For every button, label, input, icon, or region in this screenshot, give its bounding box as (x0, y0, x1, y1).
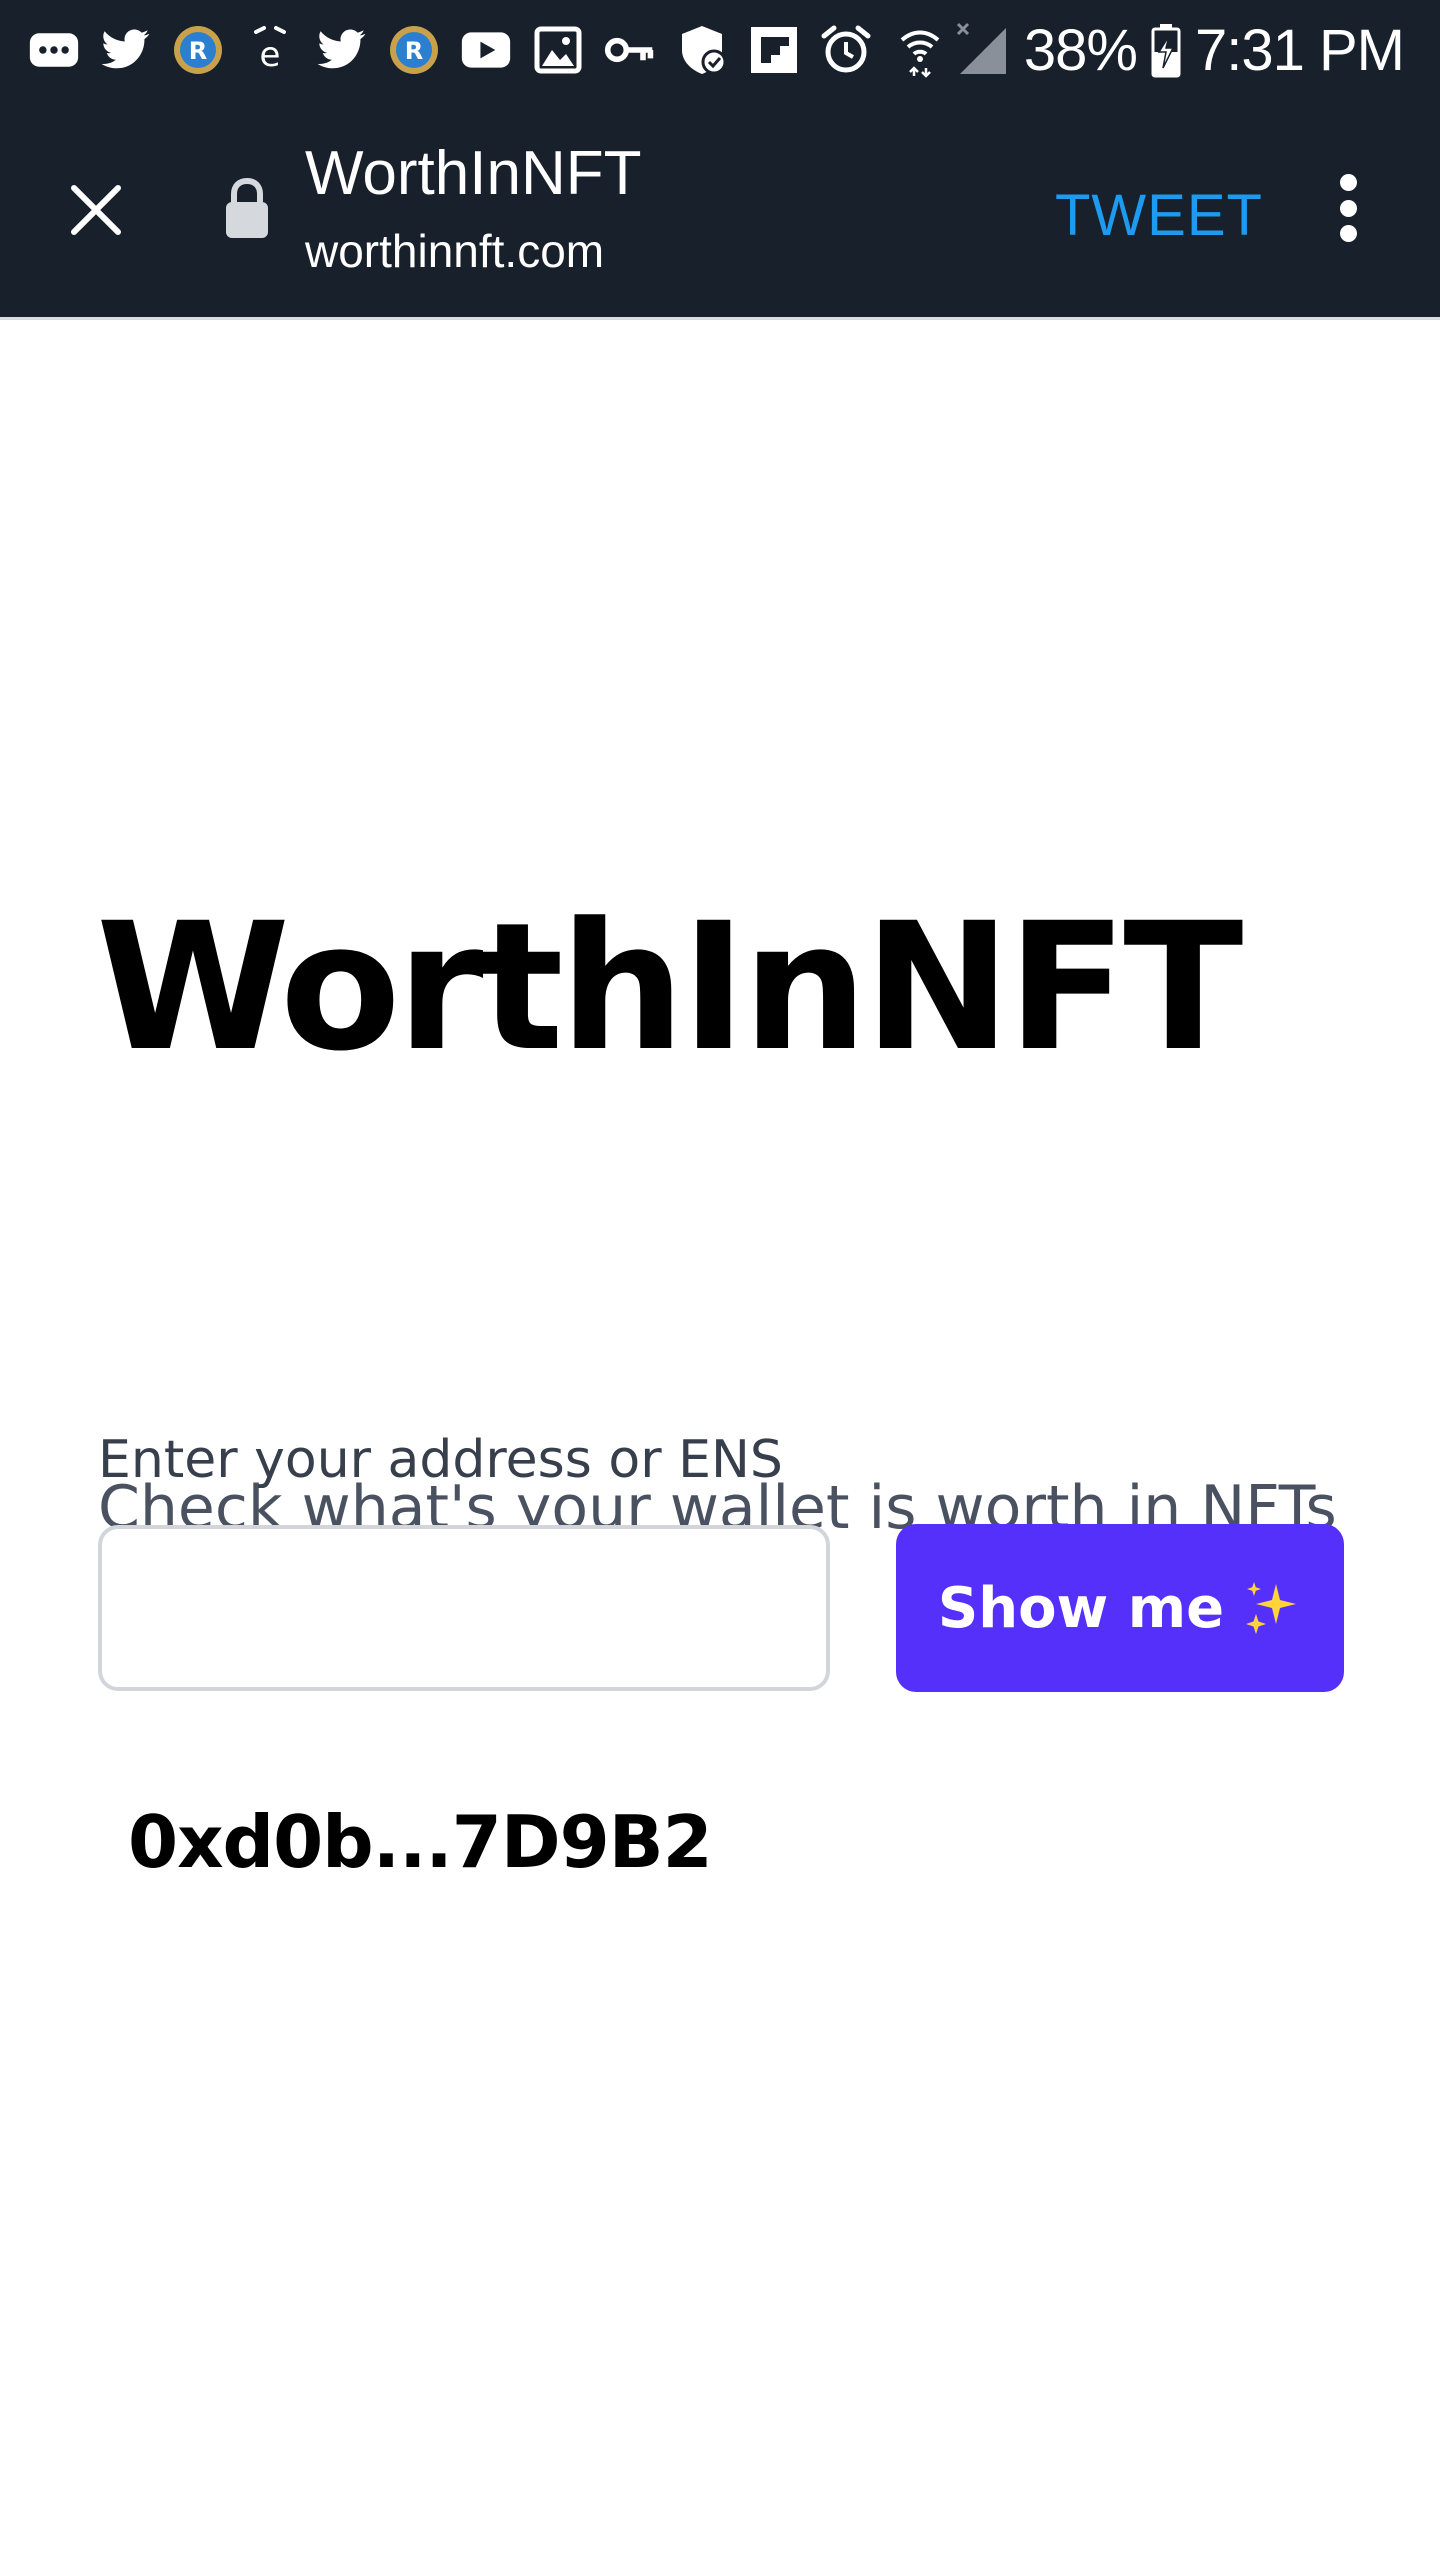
ebay-icon: e (244, 24, 296, 76)
browser-toolbar: WorthInNFT worthinnft.com TWEET (0, 100, 1440, 320)
notification-icons: R e R (28, 12, 872, 88)
wifi-icon (898, 22, 942, 78)
svg-text:R: R (189, 37, 207, 65)
signal-icon (956, 22, 1010, 78)
app-badge-icon: R (172, 24, 224, 76)
sparkles-icon (1242, 1578, 1302, 1638)
alarm-icon (820, 24, 872, 76)
app-badge-icon: R (388, 24, 440, 76)
battery-percent: 38% (1023, 17, 1138, 83)
status-bar: R e R 38% 7:31 PM (0, 0, 1440, 100)
close-icon (66, 180, 126, 245)
twitter-icon (316, 24, 368, 76)
page-content: WorthInNFT Check what's your wallet is w… (0, 320, 1440, 2560)
svg-text:e: e (260, 35, 281, 75)
tweet-button[interactable]: TWEET (1055, 182, 1263, 249)
gallery-icon (532, 24, 584, 76)
clock: 7:31 PM (1195, 17, 1405, 83)
address-label: Enter your address or ENS (98, 1430, 783, 1490)
key-icon (604, 24, 656, 76)
address-input[interactable] (98, 1525, 830, 1691)
lock-icon (222, 176, 272, 240)
wallet-address[interactable]: 0xd0b...7D9B2 (128, 1800, 713, 1884)
svg-text:R: R (405, 37, 423, 65)
battery-charging-icon (1151, 22, 1181, 78)
app-check-icon (676, 24, 728, 76)
more-vert-icon (1339, 174, 1357, 191)
show-me-button[interactable]: Show me (896, 1524, 1344, 1692)
status-indicators: 38% 7:31 PM (898, 12, 1405, 88)
close-button[interactable] (56, 172, 136, 252)
site-title: WorthInNFT (305, 139, 642, 208)
site-url[interactable]: worthinnft.com (305, 224, 604, 278)
page-title: WorthInNFT (96, 885, 1243, 1090)
flipboard-icon (748, 24, 800, 76)
more-messages-icon (28, 24, 80, 76)
twitter-icon (100, 24, 152, 76)
youtube-icon (460, 24, 512, 76)
more-menu-button[interactable] (1320, 170, 1376, 246)
show-me-label: Show me (937, 1575, 1225, 1641)
